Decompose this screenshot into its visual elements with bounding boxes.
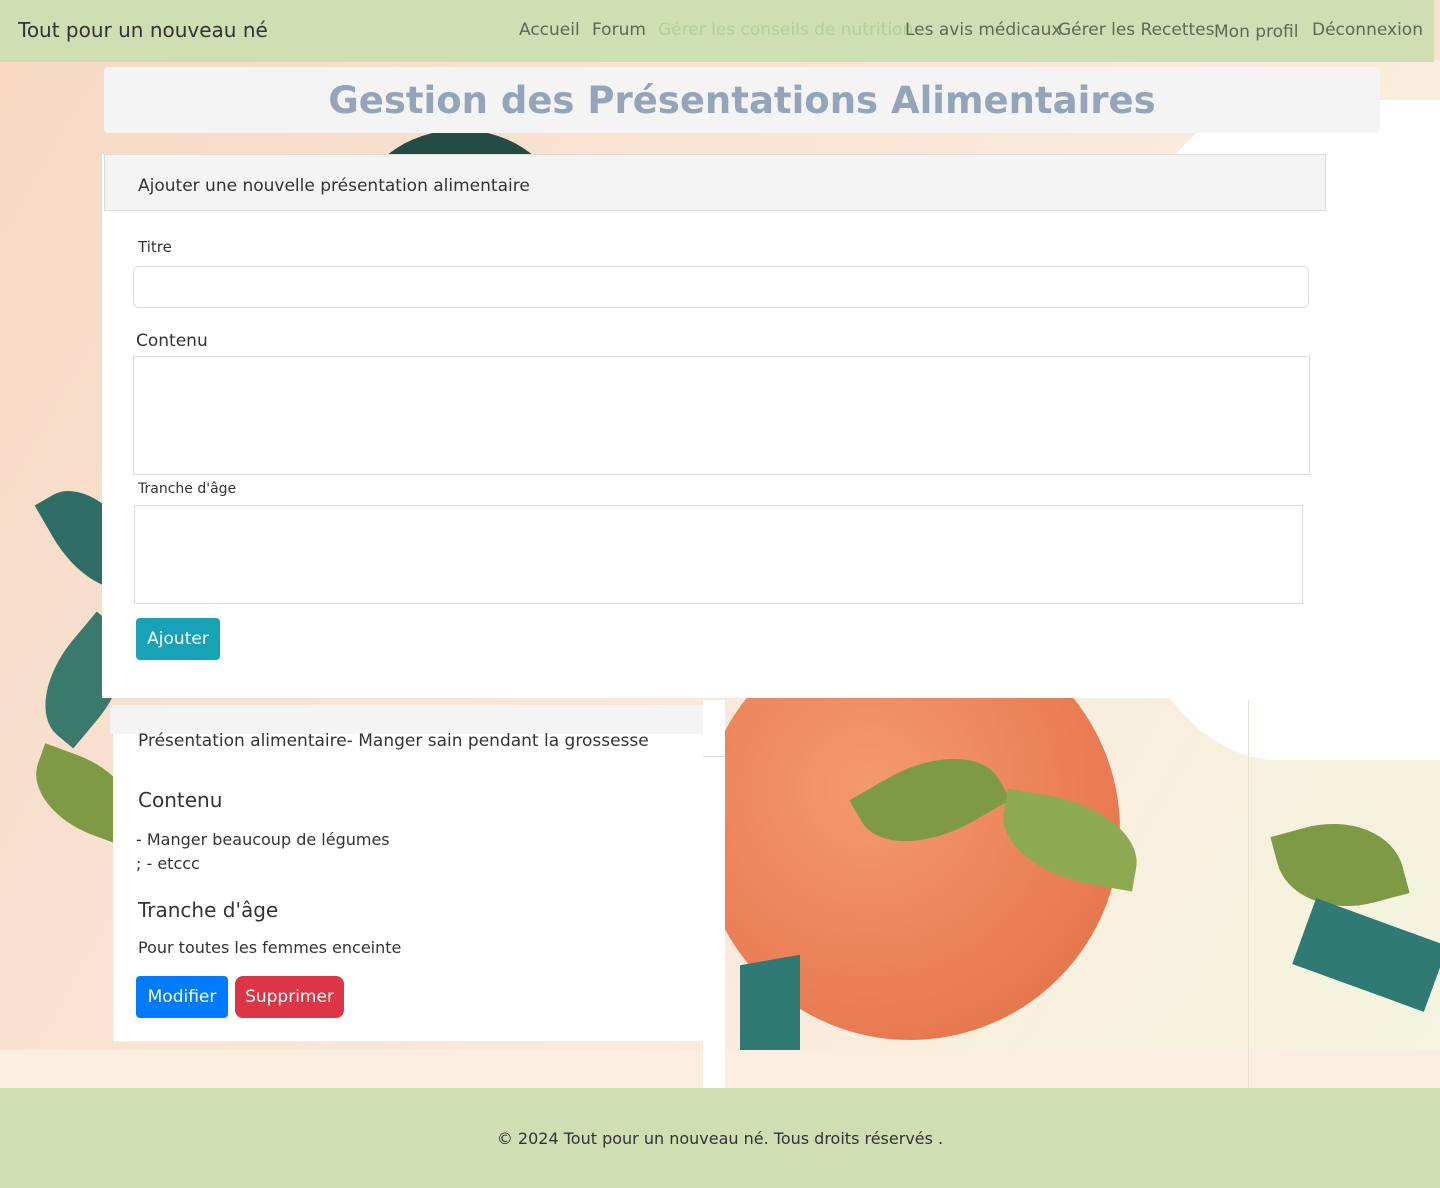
- titre-label: Titre: [138, 238, 172, 256]
- supprimer-button[interactable]: Supprimer: [235, 976, 344, 1018]
- add-form-header: Ajouter une nouvelle présentation alimen…: [104, 154, 1326, 211]
- tranche-age-text: Pour toutes les femmes enceinte: [138, 938, 402, 957]
- nav-conseils-nutrition[interactable]: Gérer les conseils de nutrition: [658, 20, 913, 40]
- modifier-button[interactable]: Modifier: [136, 976, 228, 1018]
- nav-recettes[interactable]: Gérer les Recettes: [1058, 20, 1215, 40]
- titre-input[interactable]: [133, 266, 1309, 308]
- page-title: Gestion des Présentations Alimentaires: [328, 78, 1156, 122]
- tranche-age-heading: Tranche d'âge: [138, 898, 279, 922]
- nav-mon-profil[interactable]: Mon profil: [1214, 22, 1299, 42]
- page-title-bar: Gestion des Présentations Alimentaires: [104, 67, 1380, 133]
- contenu-line: ; - etccc: [136, 854, 200, 873]
- contenu-line: - Manger beaucoup de légumes: [136, 830, 390, 849]
- nav-avis-medicaux[interactable]: Les avis médicaux: [905, 20, 1062, 40]
- navbar: Tout pour un nouveau né Accueil Forum Gé…: [0, 0, 1434, 62]
- footer: © 2024 Tout pour un nouveau né. Tous dro…: [0, 1088, 1440, 1188]
- contenu-textarea[interactable]: [133, 356, 1310, 475]
- presentation-title: Présentation alimentaire- Manger sain pe…: [138, 731, 649, 751]
- presentation-card: Présentation alimentaire- Manger sain pe…: [110, 705, 725, 1042]
- add-form-card: Ajouter une nouvelle présentation alimen…: [102, 154, 1326, 698]
- brand-link[interactable]: Tout pour un nouveau né: [18, 18, 268, 42]
- tranche-age-label: Tranche d'âge: [138, 481, 237, 497]
- ajouter-button[interactable]: Ajouter: [136, 618, 220, 660]
- footer-copyright: © 2024 Tout pour un nouveau né. Tous dro…: [496, 1128, 944, 1148]
- tranche-age-textarea[interactable]: [134, 505, 1303, 604]
- contenu-label: Contenu: [136, 331, 208, 351]
- presentation-card-header: [110, 705, 703, 734]
- nav-deconnexion[interactable]: Déconnexion: [1312, 20, 1423, 40]
- contenu-heading: Contenu: [138, 788, 223, 812]
- nav-accueil[interactable]: Accueil: [519, 20, 580, 40]
- nav-forum[interactable]: Forum: [592, 20, 646, 40]
